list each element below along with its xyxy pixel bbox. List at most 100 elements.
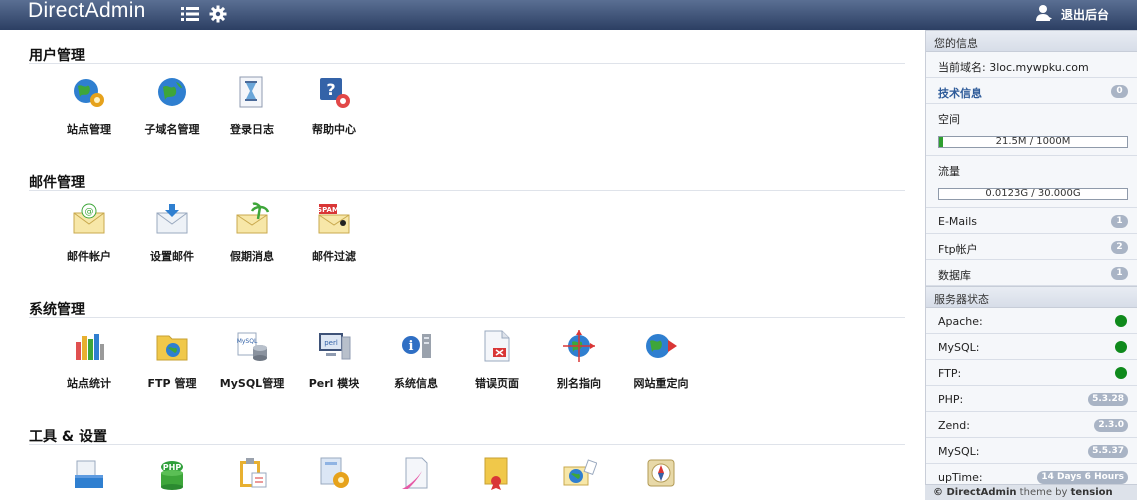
footer-author: tension [1070,487,1113,498]
app-tile-label: 登录日志 [230,123,274,136]
section-title: 用户管理 [29,48,85,64]
zend-version-badge: 2.3.0 [1094,419,1128,432]
certificate-icon [479,455,515,491]
app-tile-label: 子域名管理 [144,123,200,136]
logout-label: 退出后台 [1060,7,1109,22]
app-tile[interactable] [293,455,375,491]
app-tile[interactable]: 别名指向 [538,328,620,390]
doc-gear-icon [316,455,352,491]
logout-button[interactable]: 退出后台 [1035,4,1109,25]
server-status-header: 服务器状态 [926,286,1137,308]
app-tile[interactable]: FTP 管理 [131,328,213,390]
php-version-badge: 5.3.28 [1088,393,1128,406]
svg-text:SPAM: SPAM [317,206,339,214]
php-label: PHP: [938,393,964,406]
ftp-status-label: FTP: [938,367,962,380]
hourglass-doc-icon [234,74,270,110]
app-tile[interactable] [538,455,620,491]
feather-doc-icon [398,455,434,491]
mail-at-icon: @ [71,201,107,237]
mysql-database-icon: MySQL [234,328,270,364]
your-info-header: 您的信息 [926,30,1137,52]
app-tile[interactable]: MySQL MySQL管理 [211,328,293,390]
mysql-status-label: MySQL: [938,341,980,354]
emails-row[interactable]: E-Mails 1 [926,208,1137,234]
app-tile[interactable] [211,455,293,491]
footer-theme-by: theme by [1016,487,1071,498]
app-tile[interactable]: SPAM 邮件过滤 [293,201,375,263]
redirect-globe-icon [643,328,679,364]
app-tile-label: 设置邮件 [150,250,194,263]
app-tile-label: 假期消息 [230,250,274,263]
app-tile[interactable] [375,455,457,491]
mysql-status-dot [1115,341,1127,353]
section-title: 工具 & 设置 [29,429,107,445]
app-tile[interactable]: ? 帮助中心 [293,74,375,136]
app-tile[interactable]: PHP [131,455,213,491]
apache-label: Apache: [938,315,983,328]
databases-row[interactable]: 数据库 1 [926,260,1137,286]
ftp-status-row: FTP: [926,360,1137,386]
section-divider [29,317,905,318]
clipboard-icon [234,455,270,491]
apache-status-dot [1115,315,1127,327]
ftp-folder-icon [154,328,190,364]
section-title: 邮件管理 [29,175,85,191]
uptime-label: upTime: [938,471,983,484]
footer: © DirectAdmin theme by tension [925,484,1137,500]
mysql-status-row: MySQL: [926,334,1137,360]
brand-logo[interactable]: DirectAdmin [28,0,146,22]
tech-info-label: 技术信息 [938,87,982,100]
user-icon [1035,4,1053,25]
emails-label: E-Mails [938,215,977,228]
svg-text:@: @ [85,207,94,217]
section-divider [29,63,905,64]
ftp-accounts-label: Ftp帐户 [938,243,978,256]
mysql-version-label: MySQL: [938,445,980,458]
menu-list-icon[interactable] [181,5,199,23]
php-version-row: PHP: 5.3.28 [926,386,1137,412]
app-tile[interactable]: 网站重定向 [620,328,702,390]
top-bar: DirectAdmin 退出后台 [0,0,1137,30]
bar-stats-icon [71,328,107,364]
app-tile[interactable] [620,455,702,491]
databases-badge: 1 [1111,267,1128,280]
tech-info-link[interactable]: 技术信息 0 [926,78,1137,104]
ftp-accounts-row[interactable]: Ftp帐户 2 [926,234,1137,260]
emails-badge: 1 [1111,215,1128,228]
apache-status-row: Apache: [926,308,1137,334]
gear-icon[interactable] [209,5,227,23]
mail-palm-icon [234,201,270,237]
app-tile[interactable]: 错误页面 [456,328,538,390]
app-tile[interactable]: 站点统计 [48,328,130,390]
mysql-version-row: MySQL: 5.5.37 [926,438,1137,464]
info-icon: i [398,328,434,364]
app-tile[interactable]: i 系统信息 [375,328,457,390]
domain-value: 3loc.mywpku.com [989,61,1089,74]
app-tile[interactable]: @ 邮件帐户 [48,201,130,263]
app-tile[interactable] [48,455,130,491]
zend-label: Zend: [938,419,970,432]
perl-monitor-icon: perl [316,328,352,364]
app-tile-label: 错误页面 [475,377,519,390]
traffic-usage-text: 0.0123G / 30.000G [985,188,1081,199]
traffic-row: 流量 0.0123G / 30.000G [926,156,1137,208]
help-lifebuoy-icon: ? [316,74,352,110]
app-tile-label: FTP 管理 [147,377,197,390]
space-progress-bar: 21.5M / 1000M [938,136,1128,148]
app-tile[interactable]: perl Perl 模块 [293,328,375,390]
app-tile[interactable]: 设置邮件 [131,201,213,263]
app-tile[interactable]: 站点管理 [48,74,130,136]
app-tile[interactable]: 子域名管理 [131,74,213,136]
app-tile[interactable]: 假期消息 [211,201,293,263]
zend-version-row: Zend: 2.3.0 [926,412,1137,438]
domain-label: 当前域名: [938,61,986,74]
svg-text:MySQL: MySQL [237,338,258,345]
globe-icon [154,74,190,110]
tools-box-icon [71,455,107,491]
globe-gear-icon [71,74,107,110]
traffic-progress-bar: 0.0123G / 30.000G [938,188,1128,200]
app-tile[interactable] [456,455,538,491]
mail-download-icon [154,201,190,237]
app-tile[interactable]: 登录日志 [211,74,293,136]
